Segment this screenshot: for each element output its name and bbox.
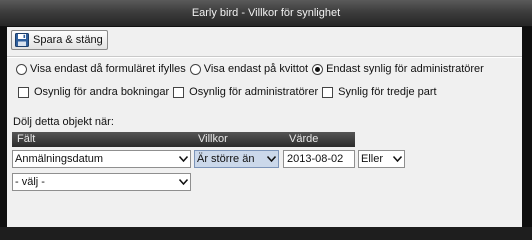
- radio-label: Endast synlig för administratörer: [326, 63, 484, 75]
- radio-circle[interactable]: [16, 63, 27, 75]
- chevron-down-icon: [179, 179, 188, 186]
- chevron-down-icon: [267, 156, 276, 163]
- field-select-value: Anmälningsdatum: [15, 153, 104, 165]
- radio-show-on-receipt[interactable]: Visa endast på kvittot: [189, 63, 309, 75]
- dialog-window: Early bird - Villkor för synlighet Spara…: [0, 0, 532, 227]
- chevron-down-icon: [179, 156, 188, 163]
- window-title: Early bird - Villkor för synlighet: [191, 7, 341, 19]
- divider: [7, 56, 522, 58]
- check-hidden-admins[interactable]: Osynlig för administratörer: [173, 86, 318, 98]
- radio-admin-only[interactable]: Endast synlig för administratörer: [312, 63, 484, 75]
- checkbox-label: Synlig för tredje part: [338, 86, 437, 98]
- connector-select-value: Eller: [361, 153, 384, 165]
- header-condition: Villkor: [198, 133, 228, 145]
- new-field-select[interactable]: - välj -: [12, 173, 191, 191]
- dialog-content: Spara & stäng Visa endast då formuläret …: [0, 27, 532, 227]
- save-close-label: Spara & stäng: [33, 34, 103, 46]
- visibility-check-group: Osynlig för andra bokningar Osynlig för …: [18, 86, 437, 98]
- connector-select[interactable]: Eller: [358, 150, 405, 168]
- check-hidden-other-bookings[interactable]: Osynlig för andra bokningar: [18, 86, 169, 98]
- radio-show-on-form[interactable]: Visa endast då formuläret ifylles: [16, 63, 186, 75]
- new-field-select-value: - välj -: [15, 176, 45, 188]
- value-input[interactable]: 2013-08-02: [283, 150, 355, 168]
- radio-circle[interactable]: [189, 63, 201, 75]
- checkbox[interactable]: [322, 86, 334, 98]
- checkbox-label: Osynlig för andra bokningar: [34, 86, 170, 98]
- checkbox[interactable]: [173, 86, 185, 98]
- check-visible-third-party[interactable]: Synlig för tredje part: [322, 86, 437, 98]
- floppy-disk-icon: [15, 33, 29, 47]
- visibility-radio-group: Visa endast då formuläret ifylles Visa e…: [16, 63, 484, 75]
- radio-circle-selected[interactable]: [312, 63, 324, 75]
- checkbox-label: Osynlig för administratörer: [189, 86, 319, 98]
- save-close-button[interactable]: Spara & stäng: [11, 30, 108, 50]
- dialog-body: Spara & stäng Visa endast då formuläret …: [7, 27, 522, 227]
- conditions-table-header: Fält Villkor Värde: [12, 132, 355, 147]
- condition-select-value: Är större än: [197, 153, 255, 165]
- value-input-text: 2013-08-02: [287, 153, 344, 165]
- hide-section-label: Dölj detta objekt när:: [13, 116, 114, 128]
- chevron-down-icon: [393, 156, 402, 163]
- radio-label: Visa endast på kvittot: [203, 63, 309, 75]
- field-select[interactable]: Anmälningsdatum: [12, 150, 191, 168]
- window-frame-right: [522, 27, 532, 227]
- window-frame-left: [0, 27, 7, 227]
- title-bar: Early bird - Villkor för synlighet: [0, 0, 532, 27]
- radio-label: Visa endast då formuläret ifylles: [30, 63, 186, 75]
- condition-select[interactable]: Är större än: [194, 150, 279, 168]
- header-field: Fält: [17, 133, 36, 145]
- checkbox[interactable]: [18, 86, 29, 98]
- header-value: Värde: [289, 133, 319, 145]
